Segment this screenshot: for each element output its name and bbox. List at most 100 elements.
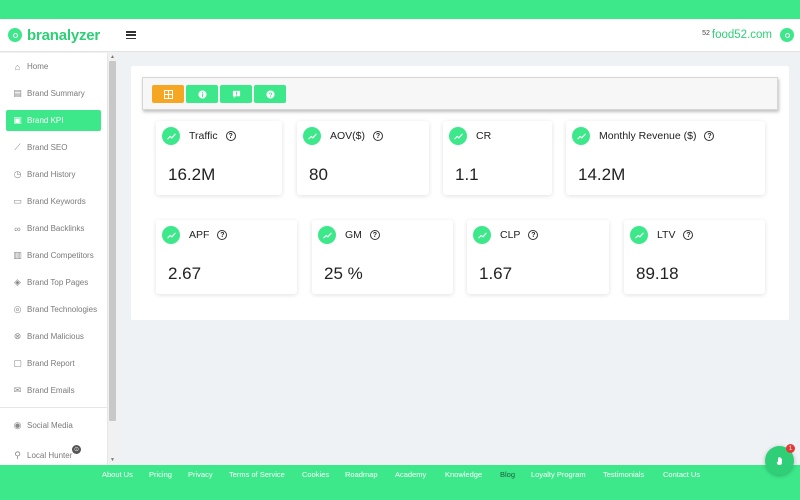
sidebar-scrollbar[interactable]: ▲ ▼: [108, 53, 117, 465]
menu-toggle-icon[interactable]: [126, 31, 137, 39]
sidebar-item-brand-top-pages[interactable]: ◈ Brand Top Pages: [6, 272, 101, 293]
kpi-value: 25 %: [324, 264, 363, 283]
kpi-card-gm: GM? 25 %: [312, 220, 453, 294]
sidebar-item-label: Brand Summary: [27, 89, 85, 98]
sidebar-item-brand-backlinks[interactable]: ∞ Brand Backlinks: [6, 218, 101, 239]
question-icon: ?: [265, 89, 275, 98]
trend-up-icon: [162, 226, 180, 244]
kpi-title: APF: [189, 229, 210, 241]
kpi-card-monthly-revenue: Monthly Revenue ($)? 14.2M: [566, 121, 765, 195]
kpi-card-cr: CR? 1.1: [443, 121, 552, 195]
kpi-card-aov: AOV($)? 80: [297, 121, 429, 195]
sidebar-item-brand-keywords[interactable]: ▭ Brand Keywords: [6, 191, 101, 212]
sidebar: ⌂ Home ▤ Brand Summary ▣ Brand KPI ⟋ Brand S…: [0, 53, 108, 465]
info-button[interactable]: [186, 85, 218, 103]
logo[interactable]: branalyzer: [8, 27, 100, 44]
footer-link-contact-us[interactable]: Contact Us: [663, 470, 700, 479]
kpi-title: Traffic: [189, 130, 218, 142]
grid-view-button[interactable]: [152, 85, 184, 103]
kpi-value: 80: [309, 165, 328, 184]
sidebar-item-brand-report[interactable]: ▢ Brand Report: [6, 353, 101, 374]
seo-icon: ⟋: [14, 142, 21, 152]
top-accent-bar: [0, 0, 800, 19]
kpi-title: Monthly Revenue ($): [599, 130, 697, 142]
footer-link-pricing[interactable]: Pricing: [149, 470, 172, 479]
sidebar-item-brand-summary[interactable]: ▤ Brand Summary: [6, 83, 101, 104]
help-icon[interactable]: ?: [217, 230, 228, 240]
history-icon: ◷: [13, 169, 22, 179]
sidebar-item-brand-history[interactable]: ◷ Brand History: [6, 164, 101, 185]
logo-icon: [8, 28, 22, 42]
kpi-value: 1.67: [479, 264, 513, 283]
trend-up-icon: [449, 127, 467, 145]
footer-link-cookies[interactable]: Cookies: [302, 470, 329, 479]
trend-up-icon: [303, 127, 321, 145]
footer-link-terms[interactable]: Terms of Service: [229, 470, 285, 479]
sidebar-item-label: Brand History: [27, 170, 76, 179]
kpi-card-ltv: LTV? 89.18: [624, 220, 765, 294]
footer-link-about-us[interactable]: About Us: [102, 470, 133, 479]
footer-link-knowledge[interactable]: Knowledge: [445, 470, 482, 479]
comment-button[interactable]: [220, 85, 252, 103]
technologies-icon: ◎: [13, 304, 22, 314]
kpi-value: 14.2M: [578, 165, 626, 184]
trend-up-icon: [162, 127, 180, 145]
summary-icon: ▤: [13, 88, 22, 98]
sidebar-item-brand-kpi[interactable]: ▣ Brand KPI: [6, 110, 101, 131]
sidebar-item-label: Brand KPI: [27, 116, 64, 125]
sidebar-item-label: Brand Keywords: [27, 197, 86, 206]
help-icon[interactable]: ?: [704, 131, 715, 141]
kpi-title: AOV($): [330, 130, 366, 142]
footer-link-testimonials[interactable]: Testimonials: [603, 470, 644, 479]
help-icon[interactable]: ?: [369, 230, 380, 240]
footer-link-academy[interactable]: Academy: [395, 470, 426, 479]
scroll-thumb[interactable]: [109, 61, 116, 421]
footer-link-loyalty-program[interactable]: Loyalty Program: [531, 470, 586, 479]
grid-icon: [163, 89, 173, 99]
search-icon[interactable]: [780, 28, 794, 42]
help-icon[interactable]: ?: [528, 230, 539, 240]
sidebar-item-brand-competitors[interactable]: ▥ Brand Competitors: [6, 245, 101, 266]
sidebar-item-label: Brand Emails: [27, 386, 75, 395]
footer-link-privacy[interactable]: Privacy: [188, 470, 213, 479]
report-icon: ▢: [13, 358, 22, 368]
hand-icon: [776, 456, 782, 465]
sidebar-item-label: Local Hunter: [27, 451, 73, 460]
keywords-icon: ▭: [13, 196, 22, 206]
help-icon[interactable]: ?: [373, 131, 384, 141]
sidebar-item-local-hunter[interactable]: ⚲ Local Hunter: [6, 445, 101, 466]
kpi-card-clp: CLP? 1.67: [467, 220, 609, 294]
help-button[interactable]: ?: [254, 85, 286, 103]
trend-up-icon: [318, 226, 336, 244]
social-icon: ◉: [13, 420, 22, 430]
scroll-down-icon[interactable]: ▼: [110, 457, 115, 463]
trend-up-icon: [572, 127, 590, 145]
local-hunter-badge-icon: ⊙: [72, 445, 81, 454]
competitors-icon: ▥: [13, 250, 22, 260]
help-icon[interactable]: ?: [225, 131, 236, 141]
site-favicon: 52: [702, 30, 710, 37]
sidebar-item-label: Brand Backlinks: [27, 224, 85, 233]
emails-icon: ✉: [13, 385, 22, 395]
view-toolbar: ?: [142, 77, 778, 110]
kpi-value: 89.18: [636, 264, 679, 283]
sidebar-item-brand-seo[interactable]: ⟋ Brand SEO: [6, 137, 101, 158]
location-icon: ⚲: [14, 450, 21, 460]
help-icon[interactable]: ?: [683, 230, 694, 240]
sidebar-divider: [0, 407, 108, 408]
backlinks-icon: ∞: [14, 223, 21, 234]
sidebar-item-brand-emails[interactable]: ✉ Brand Emails: [6, 380, 101, 401]
sidebar-item-label: Brand Malicious: [27, 332, 84, 341]
footer-link-roadmap[interactable]: Roadmap: [345, 470, 378, 479]
sidebar-item-label: Brand SEO: [27, 143, 68, 152]
sidebar-item-social-media[interactable]: ◉ Social Media: [6, 415, 101, 436]
sidebar-item-brand-technologies[interactable]: ◎ Brand Technologies: [6, 299, 101, 320]
sidebar-item-label: Brand Competitors: [27, 251, 94, 260]
footer-link-blog[interactable]: Blog: [500, 470, 515, 479]
sidebar-item-brand-malicious[interactable]: ⊗ Brand Malicious: [6, 326, 101, 347]
scroll-up-icon[interactable]: ▲: [110, 54, 115, 60]
sidebar-item-home[interactable]: ⌂ Home: [6, 56, 101, 77]
trend-up-icon: [473, 226, 491, 244]
site-indicator: 52 food52.com: [702, 28, 794, 42]
chat-notification-badge: 1: [786, 444, 795, 453]
